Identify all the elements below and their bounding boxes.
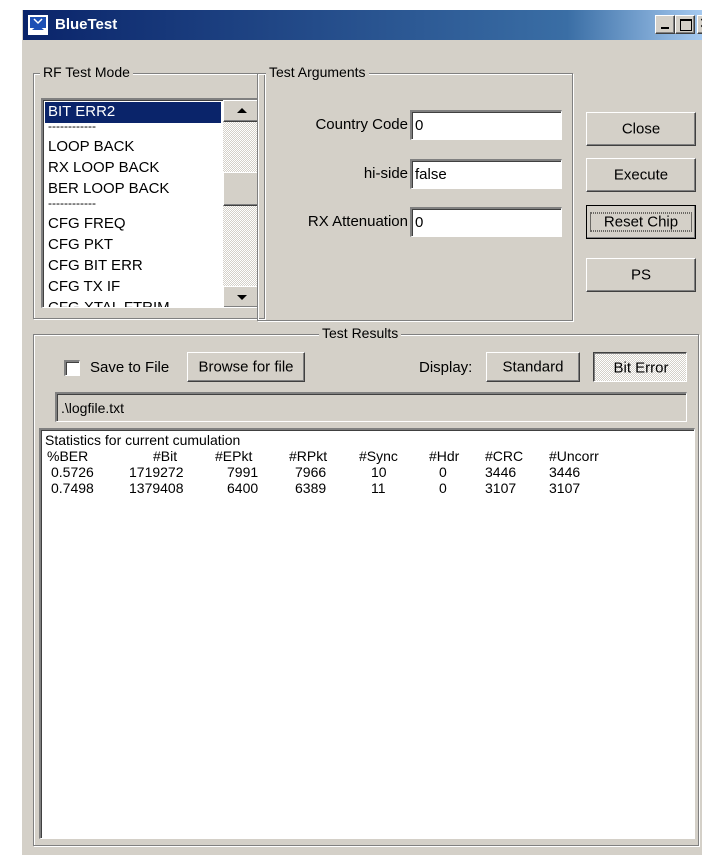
reset-chip-button[interactable]: Reset Chip	[586, 205, 696, 239]
bit-error-button[interactable]: Bit Error	[593, 352, 687, 382]
list-item[interactable]: CFG XTAL FTRIM	[45, 298, 221, 307]
list-item[interactable]: CFG PKT	[45, 235, 221, 256]
rx-attenuation-label: RX Attenuation	[307, 213, 408, 230]
minimize-button[interactable]	[655, 15, 675, 34]
result-cell: 1379408	[129, 480, 184, 496]
result-cell: 6400	[227, 480, 259, 496]
list-item[interactable]: LOOP BACK	[45, 137, 221, 158]
hi-side-label: hi-side	[363, 165, 408, 182]
test-arguments-label: Test Arguments	[266, 64, 369, 80]
result-cell: 1719272	[129, 464, 184, 480]
result-cell: 3446	[485, 464, 517, 480]
log-file-path-field[interactable]: .\logfile.txt	[55, 392, 687, 422]
result-cell: 3107	[485, 480, 517, 496]
close-window-button[interactable]	[697, 13, 702, 34]
result-cell: 3107	[549, 480, 581, 496]
column-header: #CRC	[485, 448, 524, 464]
results-caption: Statistics for current cumulation	[45, 432, 241, 448]
country-code-input[interactable]	[410, 110, 562, 140]
browse-for-file-button[interactable]: Browse for file	[187, 352, 305, 382]
list-separator: ------------	[48, 196, 96, 210]
column-header: #RPkt	[289, 448, 328, 464]
rx-attenuation-input[interactable]	[410, 207, 562, 237]
hi-side-input[interactable]	[410, 159, 562, 189]
results-header-row: %BER #Bit #EPkt #RPkt #Sync #Hdr #CRC #Uncorr	[41, 448, 694, 464]
column-header: #Hdr	[429, 448, 460, 464]
standard-button[interactable]: Standard	[486, 352, 580, 382]
close-button[interactable]: Close	[586, 112, 696, 146]
rf-test-mode-items: BIT ERR2 ------------ LOOP BACK RX LOOP BAC…	[45, 102, 221, 307]
result-cell: 6389	[295, 480, 327, 496]
column-header: #Uncorr	[549, 448, 599, 464]
test-results-label: Test Results	[319, 325, 402, 341]
app-icon	[28, 15, 48, 35]
result-cell: 0	[439, 464, 447, 480]
list-item[interactable]: CFG BIT ERR	[45, 256, 221, 277]
list-separator: ------------	[48, 119, 96, 133]
result-cell: 7966	[295, 464, 327, 480]
column-header: #EPkt	[215, 448, 253, 464]
result-cell: 7991	[227, 464, 259, 480]
list-item[interactable]: CFG TX IF	[45, 277, 221, 298]
save-to-file-label[interactable]: Save to File	[90, 359, 169, 376]
result-cell: 10	[371, 464, 387, 480]
bluetest-window: BlueTest RF Test Mode BIT ERR2----------…	[22, 10, 702, 855]
rf-test-mode-list[interactable]: BIT ERR2 ------------ LOOP BACK RX LOOP BAC…	[41, 98, 259, 308]
list-item[interactable]: RX LOOP BACK	[45, 158, 221, 179]
result-cell: 0.5726	[51, 464, 94, 480]
list-item[interactable]: CFG FREQ	[45, 214, 221, 235]
window-title: BlueTest	[55, 16, 118, 33]
column-header: #Bit	[153, 448, 178, 464]
result-cell: 0	[439, 480, 447, 496]
country-code-label: Country Code	[315, 116, 408, 133]
display-label: Display:	[419, 359, 473, 376]
column-header: #Sync	[359, 448, 398, 464]
result-cell: 11	[371, 480, 386, 496]
rf-test-mode-label: RF Test Mode	[40, 64, 133, 80]
column-header: %BER	[47, 448, 89, 464]
ps-button[interactable]: PS	[586, 258, 696, 292]
results-data-row: 0.7498 1379408 6400 6389 11 0 3107 3107	[41, 480, 694, 496]
save-to-file-checkbox[interactable]	[64, 360, 80, 376]
maximize-button[interactable]	[675, 15, 695, 34]
scroll-down-button[interactable]	[223, 286, 258, 307]
results-text-area[interactable]: Statistics for current cumulation %BER #B…	[39, 428, 695, 839]
results-data-row: 0.5726 1719272 7991 7966 10 0 3446 3446	[41, 464, 694, 480]
title-bar[interactable]: BlueTest	[23, 10, 702, 40]
execute-button[interactable]: Execute	[586, 158, 696, 192]
result-cell: 0.7498	[51, 480, 94, 496]
result-cell: 3446	[549, 464, 581, 480]
